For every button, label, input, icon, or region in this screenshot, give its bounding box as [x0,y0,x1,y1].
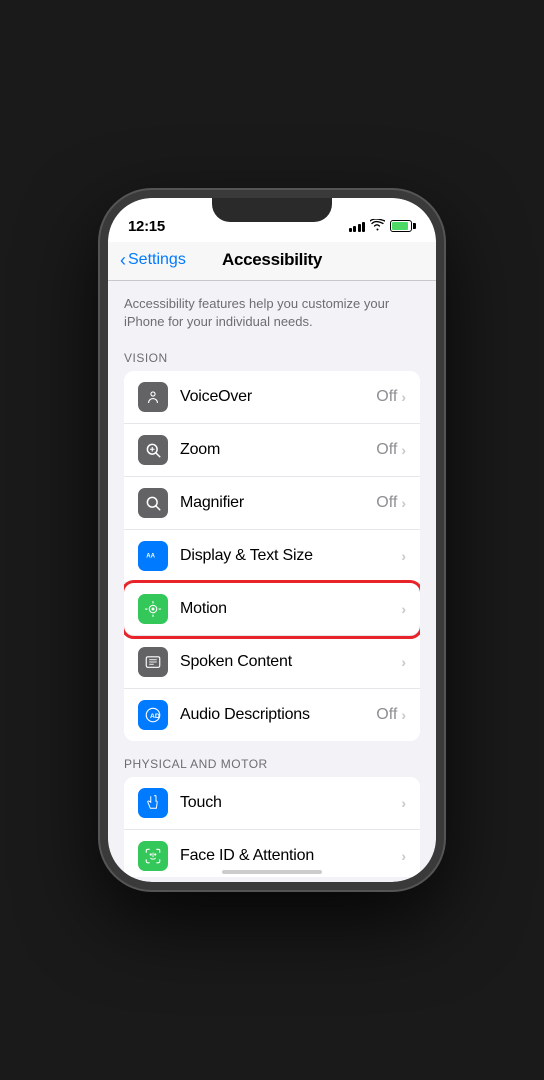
touch-chevron-icon: › [401,795,406,811]
display-text-chevron-icon: › [401,548,406,564]
display-text-icon: AA [138,541,168,571]
magnifier-icon [138,488,168,518]
list-item-spoken-content[interactable]: Spoken Content › [124,636,420,689]
list-item-touch[interactable]: Touch › [124,777,420,830]
face-id-chevron-icon: › [401,848,406,864]
svg-text:AD: AD [150,713,160,720]
vision-section-header: VISION [108,343,436,371]
power-button[interactable] [442,338,444,386]
vision-list-group: VoiceOver Off › Zoom Off [124,371,420,741]
audio-descriptions-icon: AD [138,700,168,730]
status-icons [349,219,417,234]
notch [212,198,332,222]
list-item-audio-descriptions[interactable]: AD Audio Descriptions Off › [124,689,420,741]
magnifier-chevron-icon: › [401,495,406,511]
phone-screen: 12:15 [108,198,436,882]
face-id-icon [138,841,168,871]
back-label: Settings [128,251,186,269]
audio-descriptions-value: Off [376,706,397,724]
spoken-content-icon [138,647,168,677]
touch-icon [138,788,168,818]
back-button[interactable]: ‹ Settings [120,251,186,269]
spoken-content-chevron-icon: › [401,654,406,670]
list-item-zoom[interactable]: Zoom Off › [124,424,420,477]
page-title: Accessibility [222,250,322,270]
magnifier-value: Off [376,494,397,512]
list-item-display-text[interactable]: AA Display & Text Size › [124,530,420,583]
zoom-icon [138,435,168,465]
svg-text:AA: AA [146,554,155,560]
wifi-icon [370,219,385,234]
home-indicator [222,870,322,874]
physical-motor-section-header: PHYSICAL AND MOTOR [108,749,436,777]
phone-frame: 12:15 [100,190,444,890]
voiceover-label: VoiceOver [180,388,376,406]
zoom-label: Zoom [180,441,376,459]
motion-label: Motion [180,600,401,618]
accessibility-description: Accessibility features help you customiz… [108,281,436,343]
touch-label: Touch [180,794,401,812]
audio-descriptions-chevron-icon: › [401,707,406,723]
list-item-voiceover[interactable]: VoiceOver Off › [124,371,420,424]
list-item-motion[interactable]: Motion › [124,583,420,636]
physical-motor-list-group: Touch › Face ID & Attention [124,777,420,877]
face-id-label: Face ID & Attention [180,847,401,865]
voiceover-value: Off [376,388,397,406]
audio-descriptions-label: Audio Descriptions [180,706,376,724]
list-item-magnifier[interactable]: Magnifier Off › [124,477,420,530]
battery-icon [390,220,416,232]
navigation-bar: ‹ Settings Accessibility [108,242,436,281]
motion-icon [138,594,168,624]
display-text-label: Display & Text Size [180,547,401,565]
signal-icon [349,220,366,232]
volume-up-button[interactable] [100,318,102,350]
status-time: 12:15 [128,218,165,235]
content-area: Accessibility features help you customiz… [108,281,436,877]
zoom-value: Off [376,441,397,459]
motion-chevron-icon: › [401,601,406,617]
back-chevron-icon: ‹ [120,251,126,269]
volume-down-button[interactable] [100,360,102,392]
voiceover-icon [138,382,168,412]
voiceover-chevron-icon: › [401,389,406,405]
spoken-content-label: Spoken Content [180,653,401,671]
zoom-chevron-icon: › [401,442,406,458]
magnifier-label: Magnifier [180,494,376,512]
